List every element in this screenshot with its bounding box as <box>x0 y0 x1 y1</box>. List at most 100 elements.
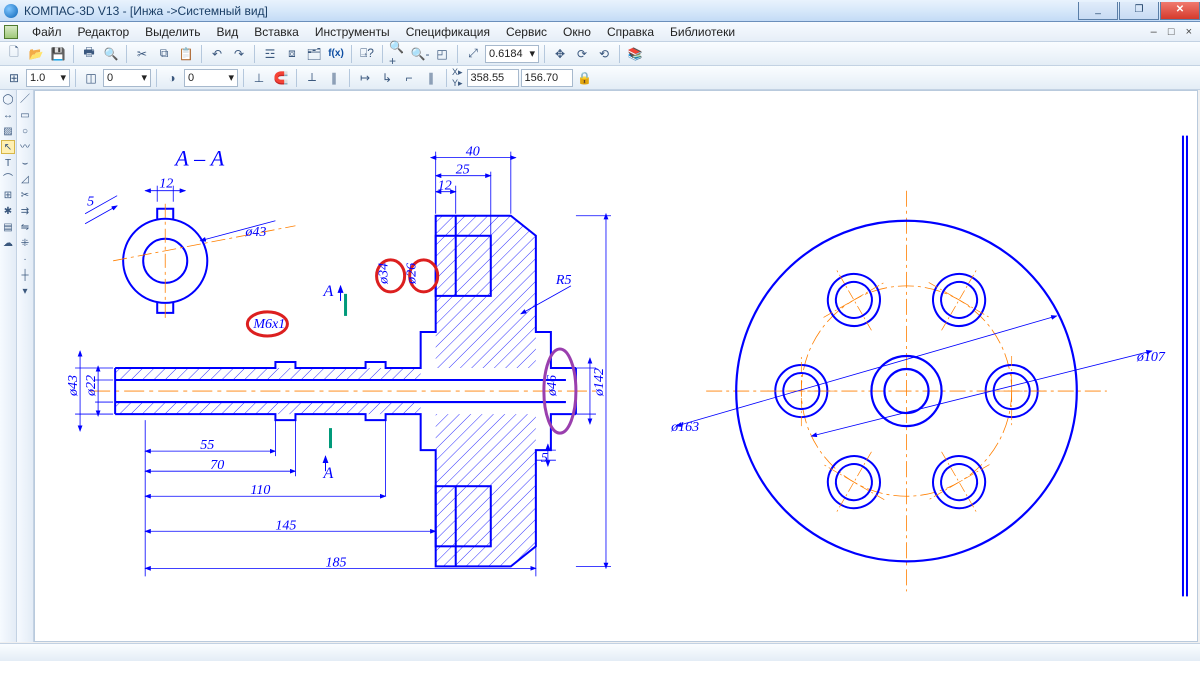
menu-select[interactable]: Выделить <box>137 23 208 41</box>
axis2-tool[interactable]: ┼ <box>18 268 32 282</box>
menu-editor[interactable]: Редактор <box>70 23 138 41</box>
geometry-tool[interactable]: ◯ <box>1 92 15 106</box>
paste-button[interactable]: 📋 <box>176 44 196 64</box>
menu-insert[interactable]: Вставка <box>246 23 307 41</box>
constraint-button-1[interactable]: ⟂ <box>302 68 322 88</box>
menu-window[interactable]: Окно <box>555 23 599 41</box>
maximize-button[interactable]: ❐ <box>1119 2 1159 20</box>
offset-tool[interactable]: ⇉ <box>18 204 32 218</box>
coord-x-field[interactable]: 358.55 <box>467 69 519 87</box>
rotate-button[interactable]: ⟳ <box>572 44 592 64</box>
svg-text:ø22: ø22 <box>84 375 99 397</box>
preview-button[interactable]: 🔍 <box>101 44 121 64</box>
hatch-tool[interactable]: ▨ <box>1 124 15 138</box>
pointer-tool[interactable]: ↖ <box>1 140 15 154</box>
layer-manager-button[interactable]: ◫ <box>81 68 101 88</box>
cloud-tool[interactable]: ☁ <box>1 236 15 250</box>
para-button[interactable]: ∥ <box>421 68 441 88</box>
zoom-field[interactable]: 0.6184▾ <box>485 45 539 63</box>
constraint-button-2[interactable]: ∥ <box>324 68 344 88</box>
arc-tool[interactable]: ⌒ <box>1 172 15 186</box>
text-tool[interactable]: T <box>1 156 15 170</box>
array-tool[interactable]: ⁜ <box>18 236 32 250</box>
svg-text:ø46: ø46 <box>545 375 560 397</box>
zoom-window-button[interactable]: ◰ <box>432 44 452 64</box>
drawing-canvas[interactable]: А – А 12 5 ø43 <box>34 90 1198 642</box>
menu-libraries[interactable]: Библиотеки <box>662 23 743 41</box>
svg-text:70: 70 <box>210 458 224 473</box>
axis-button[interactable]: ↦ <box>355 68 375 88</box>
save-button[interactable]: 💾 <box>48 44 68 64</box>
rect-tool[interactable]: ▭ <box>18 108 32 122</box>
coord-y-field[interactable]: 156.70 <box>521 69 573 87</box>
svg-text:ø26: ø26 <box>405 263 420 285</box>
mdi-minimize[interactable]: – <box>1147 26 1161 38</box>
menu-service[interactable]: Сервис <box>498 23 555 41</box>
separator <box>349 69 350 87</box>
coord-lock-button[interactable]: 🔒 <box>575 68 595 88</box>
scale-field[interactable]: 1.0▾ <box>26 69 70 87</box>
layer-field[interactable]: 0▾ <box>103 69 151 87</box>
menu-specification[interactable]: Спецификация <box>398 23 498 41</box>
zoom-fit-button[interactable]: ⤢ <box>463 44 483 64</box>
variables-button[interactable]: f(x) <box>326 44 346 64</box>
undo-button[interactable]: ↶ <box>207 44 227 64</box>
zoom-in-button[interactable]: 🔍+ <box>388 44 408 64</box>
menu-file[interactable]: Файл <box>24 23 70 41</box>
svg-text:12: 12 <box>438 179 452 194</box>
trim-tool[interactable]: ✂ <box>18 188 32 202</box>
grid-toggle-button[interactable]: ⊞ <box>4 68 24 88</box>
menu-view[interactable]: Вид <box>209 23 247 41</box>
table-tool[interactable]: ⊞ <box>1 188 15 202</box>
menu-help[interactable]: Справка <box>599 23 662 41</box>
circle-tool[interactable]: ○ <box>18 124 32 138</box>
pan-button[interactable]: ✥ <box>550 44 570 64</box>
svg-text:12: 12 <box>159 177 173 192</box>
viewstate-field[interactable]: 0▾ <box>184 69 238 87</box>
minimize-button[interactable]: _ <box>1078 2 1118 20</box>
close-button[interactable]: ✕ <box>1160 2 1200 20</box>
point-tool[interactable]: · <box>18 252 32 266</box>
separator <box>296 69 297 87</box>
snap-button[interactable]: 🧲 <box>271 68 291 88</box>
left-toolbars: ◯ ↔ ▨ ↖ T ⌒ ⊞ ✱ ▤ ☁ ／ ▭ ○ 〰 ⌣ ◿ ✂ ⇉ ⇋ ⁜ … <box>0 90 34 642</box>
corner-button[interactable]: ⌐ <box>399 68 419 88</box>
svg-text:5: 5 <box>541 451 548 466</box>
mdi-maximize[interactable]: □ <box>1164 26 1179 38</box>
fillet-tool[interactable]: ⌣ <box>18 156 32 170</box>
new-button[interactable]: 🗋 <box>4 44 24 64</box>
redraw-button[interactable]: ⟲ <box>594 44 614 64</box>
document-icon[interactable] <box>4 25 18 39</box>
zoom-out-button[interactable]: 🔍- <box>410 44 430 64</box>
separator <box>544 45 545 63</box>
library-manager-button[interactable]: 📚 <box>625 44 645 64</box>
print-button[interactable]: 🖶 <box>79 44 99 64</box>
open-button[interactable]: 📂 <box>26 44 46 64</box>
svg-text:110: 110 <box>250 483 270 498</box>
chamfer-tool[interactable]: ◿ <box>18 172 32 186</box>
doc-tool[interactable]: ▤ <box>1 220 15 234</box>
more-tool[interactable]: ▾ <box>18 284 32 298</box>
svg-text:55: 55 <box>200 438 214 453</box>
status-bar <box>0 643 1200 661</box>
arrow-button[interactable]: ↳ <box>377 68 397 88</box>
mirror-tool[interactable]: ⇋ <box>18 220 32 234</box>
dimension-tool[interactable]: ↔ <box>1 108 15 122</box>
properties-button[interactable]: ☲ <box>260 44 280 64</box>
svg-text:5: 5 <box>87 195 94 210</box>
menu-tools[interactable]: Инструменты <box>307 23 398 41</box>
ortho-button[interactable]: ⊥ <box>249 68 269 88</box>
symbol-tool[interactable]: ✱ <box>1 204 15 218</box>
view-state-button[interactable]: ◑ <box>162 68 182 88</box>
help-context-button[interactable]: ⍈? <box>357 44 377 64</box>
spline-tool[interactable]: 〰 <box>18 140 32 154</box>
layers-button[interactable]: ⧈ <box>282 44 302 64</box>
mdi-close[interactable]: × <box>1182 26 1196 38</box>
tree-button[interactable]: 🗂 <box>304 44 324 64</box>
cut-button[interactable]: ✂ <box>132 44 152 64</box>
separator <box>619 45 620 63</box>
copy-button[interactable]: ⧉ <box>154 44 174 64</box>
line-tool[interactable]: ／ <box>18 92 32 106</box>
svg-text:А: А <box>322 465 333 482</box>
redo-button[interactable]: ↷ <box>229 44 249 64</box>
